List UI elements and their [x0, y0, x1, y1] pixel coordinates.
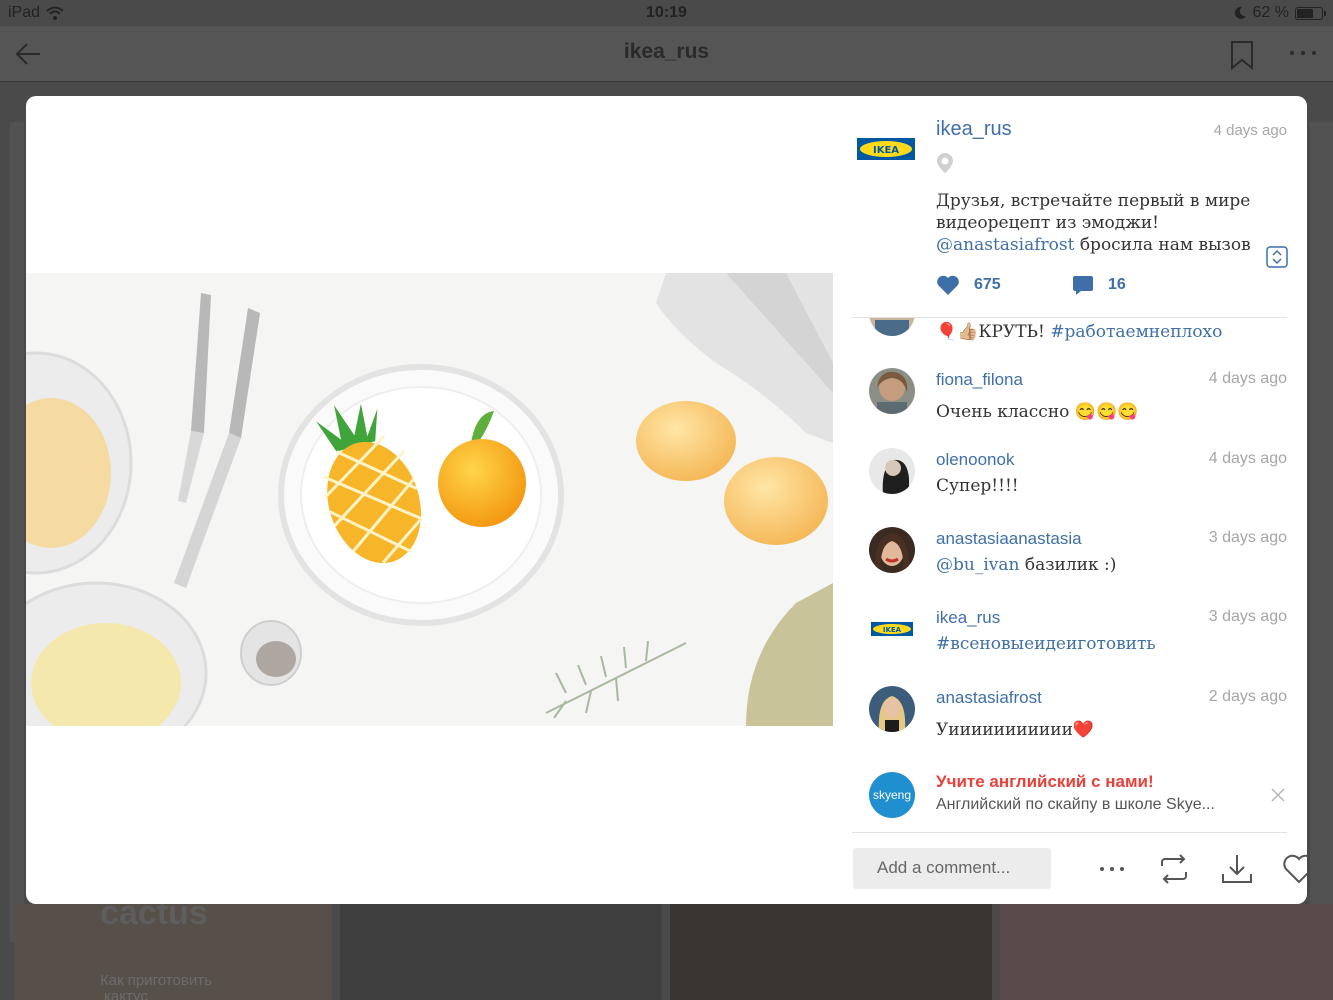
- caption-line-2: видеорецепт из эмоджи!: [936, 213, 1159, 233]
- comment-text-prefix: 🎈👍🏼КРУТЬ!: [936, 322, 1051, 342]
- comment-username[interactable]: anastasiaanastasia: [936, 529, 1082, 549]
- comment-username[interactable]: fiona_filona: [936, 370, 1023, 390]
- avatar[interactable]: [869, 686, 915, 732]
- heart-icon: [937, 275, 959, 295]
- caption-line-1: Друзья, встречайте первый в мире: [936, 191, 1251, 211]
- bg-tile: [340, 904, 662, 1000]
- avatar[interactable]: [869, 318, 915, 336]
- caption-line-3-text: бросила нам вызов: [1074, 235, 1251, 255]
- bg-tile-caption: Как приготовить: [100, 972, 212, 989]
- bg-tile: [1000, 904, 1333, 1000]
- comment-time: 4 days ago: [1208, 370, 1287, 387]
- comment-item: IKEA ikea_rus 3 days ago #всеновыеидеиго…: [852, 606, 1307, 676]
- post-video[interactable]: [26, 273, 833, 726]
- repost-icon[interactable]: [1157, 852, 1191, 886]
- post-author[interactable]: ikea_rus: [936, 118, 1012, 141]
- likes-count: 675: [974, 276, 1001, 293]
- comment-icon: [1073, 276, 1093, 295]
- bg-tile: [10, 122, 24, 942]
- avatar[interactable]: [869, 448, 915, 494]
- avatar[interactable]: IKEA: [869, 606, 915, 652]
- status-right: 62 %: [1233, 4, 1326, 22]
- caption-mention[interactable]: @anastasiafrost: [936, 235, 1074, 255]
- post-stats: 675 16: [936, 274, 1276, 298]
- comment-mention[interactable]: @bu_ivan: [936, 555, 1019, 575]
- post-panel: IKEA ikea_rus 4 days ago Друзья, встреча…: [852, 96, 1307, 904]
- comment-text-rest: базилик :): [1019, 555, 1117, 575]
- bg-tile: [670, 904, 992, 1000]
- status-bar: iPad 10:19 62 %: [0, 0, 1333, 26]
- comment-text: @bu_ivan базилик :): [936, 555, 1116, 575]
- post-modal: IKEA ikea_rus 4 days ago Друзья, встреча…: [26, 96, 1307, 904]
- close-icon[interactable]: [1269, 786, 1287, 804]
- comment-item: fiona_filona 4 days ago Очень классно 😋😋…: [852, 368, 1307, 438]
- orange-right-2: [724, 457, 828, 545]
- post-footer: Add a comment...: [852, 836, 1307, 896]
- status-time: 10:19: [646, 4, 687, 21]
- download-icon[interactable]: [1220, 852, 1254, 886]
- avatar[interactable]: [869, 368, 915, 414]
- divider-bottom: [852, 832, 1287, 833]
- comment-time: 3 days ago: [1208, 608, 1287, 625]
- post-caption: Друзья, встречайте первый в мире видеоре…: [936, 190, 1276, 256]
- comment-username[interactable]: olenoonok: [936, 450, 1014, 470]
- comment-time: 3 days ago: [1208, 529, 1287, 546]
- comment-text: Уиииииииииии❤️: [936, 720, 1095, 740]
- orange-right-1: [636, 401, 736, 481]
- add-comment-input[interactable]: Add a comment...: [853, 848, 1051, 889]
- svg-text:IKEA: IKEA: [883, 626, 902, 634]
- ikea-logo[interactable]: IKEA: [857, 138, 915, 160]
- video-frame: [26, 273, 833, 726]
- more-icon[interactable]: [1288, 48, 1318, 58]
- avatar[interactable]: [869, 527, 915, 573]
- bookmark-icon[interactable]: [1230, 40, 1254, 70]
- comment-time: 2 days ago: [1208, 688, 1287, 705]
- post-time: 4 days ago: [1213, 122, 1287, 139]
- comment-hashtag[interactable]: #работаемнеплохо: [1050, 322, 1222, 342]
- comment-time: 4 days ago: [1208, 450, 1287, 467]
- more-icon[interactable]: [1095, 852, 1129, 886]
- comment-text: #всеновыеидеиготовить: [936, 634, 1156, 654]
- comment-text: Супер!!!!: [936, 476, 1019, 496]
- ad-avatar[interactable]: skyeng: [869, 772, 915, 818]
- caption-line-3: @anastasiafrost бросила нам вызов: [936, 234, 1276, 256]
- moon-icon: [1234, 6, 1246, 19]
- comment-hashtag[interactable]: #всеновыеидеиготовить: [936, 634, 1156, 654]
- page-title: ikea_rus: [623, 40, 710, 63]
- svg-text:IKEA: IKEA: [873, 145, 899, 156]
- comment-text: 🎈👍🏼КРУТЬ! #работаемнеплохо: [936, 322, 1222, 342]
- comment-text: Очень классно 😋😋😋: [936, 402, 1139, 422]
- comment-item: olenoonok 4 days ago Супер!!!!: [852, 448, 1307, 518]
- background-navbar: ikea_rus: [0, 26, 1333, 82]
- ad-brand: skyeng: [872, 788, 912, 802]
- battery-icon: [1295, 6, 1326, 20]
- like-outline-icon[interactable]: [1282, 852, 1307, 886]
- bg-tile-caption-2: кактус: [104, 988, 148, 1000]
- comment-username[interactable]: anastasiafrost: [936, 688, 1042, 708]
- likes-stat[interactable]: 675: [936, 274, 1001, 296]
- bg-tile: [1310, 122, 1333, 942]
- comment-item: anastasiaanastasia 3 days ago @bu_ivan б…: [852, 527, 1307, 597]
- comment-list: 🎈👍🏼КРУТЬ! #работаемнеплохо fiona_filona …: [852, 318, 1307, 833]
- comment-item: 🎈👍🏼КРУТЬ! #работаемнеплохо: [852, 318, 1307, 360]
- ad-text[interactable]: Английский по скайпу в школе Skye...: [936, 796, 1246, 814]
- expand-icon[interactable]: [1266, 246, 1288, 268]
- spice-jar: [240, 620, 302, 686]
- comment-username[interactable]: ikea_rus: [936, 608, 1000, 628]
- ad-title[interactable]: Учите английский с нами!: [936, 772, 1154, 792]
- battery-percent: 62 %: [1252, 4, 1289, 21]
- comments-count: 16: [1108, 276, 1126, 293]
- comment-item: anastasiafrost 2 days ago Уиииииииииии❤️: [852, 686, 1307, 756]
- comments-stat[interactable]: 16: [1072, 274, 1126, 296]
- location-icon[interactable]: [936, 152, 954, 174]
